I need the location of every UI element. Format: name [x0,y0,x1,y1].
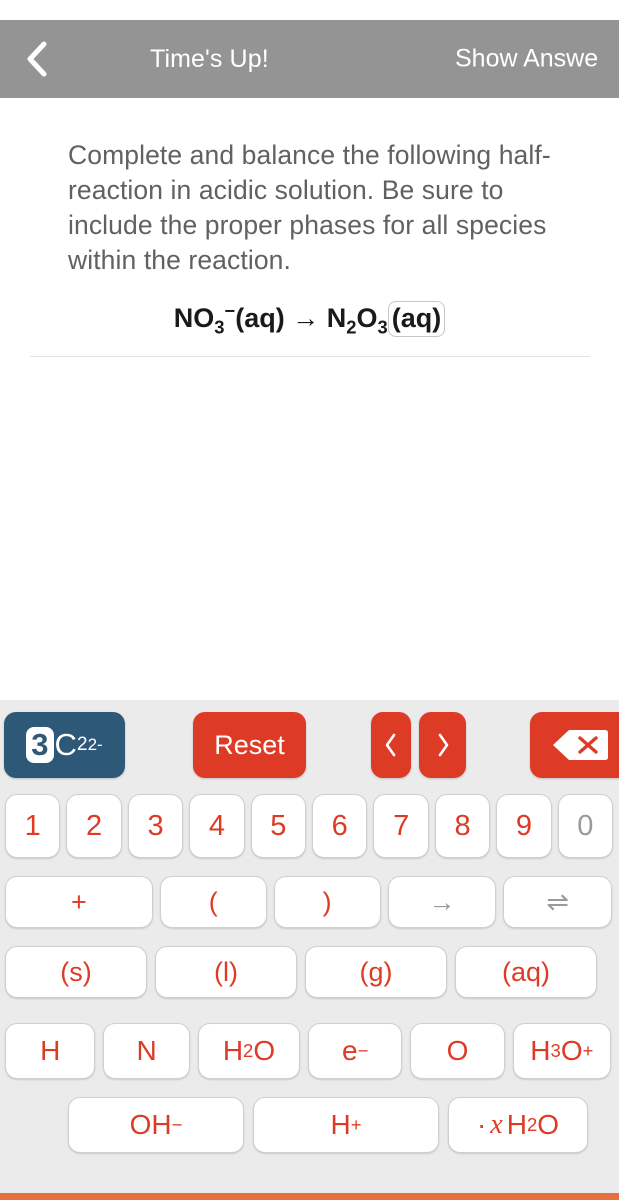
equation-arrow: → [292,303,320,333]
app-header: Time's Up! Show Answe [0,20,619,98]
back-button[interactable] [0,20,74,98]
key-digit-8[interactable]: 8 [434,794,491,858]
equation-product: N2O3 [326,303,388,338]
backspace-button[interactable] [530,712,619,778]
chevron-left-icon [27,41,47,77]
key-digit-2[interactable]: 2 [66,794,122,858]
key-digit-9[interactable]: 9 [496,794,552,858]
question-prompt: Complete and balance the following half-… [68,140,551,275]
key-hydronium[interactable]: H 3 O + [512,1023,611,1079]
selected-token[interactable]: (aq) [387,301,446,337]
mode-subscript: 2 [76,734,88,755]
page-title: Time's Up! [150,44,269,73]
key-hydrate-water[interactable]: · x H 2 O [448,1097,588,1153]
key-electron[interactable]: e − [308,1023,403,1079]
key-digit-1[interactable]: 1 [5,794,61,858]
key-water[interactable]: H2O [197,1023,301,1079]
reset-button[interactable]: Reset [193,712,306,778]
keypad-row-digits: 1 2 3 4 5 6 7 8 9 0 [0,791,619,861]
backspace-icon [553,730,608,760]
mode-charge: 2- [87,735,103,754]
cursor-prev-button[interactable] [371,712,411,778]
key-phase-solid[interactable]: (s) [5,946,147,998]
chevron-left-icon [385,733,396,757]
key-hydroxide[interactable]: OH − [68,1097,244,1153]
key-plus[interactable]: + [5,876,153,928]
key-element-n[interactable]: N [103,1023,190,1079]
mode-coefficient: 3 [26,727,54,763]
section-divider [29,356,590,358]
equation-reactant: NO3−(aq) [173,300,285,338]
key-digit-4[interactable]: 4 [189,794,245,858]
key-digit-7[interactable]: 7 [373,794,429,858]
show-answer-button[interactable]: Show Answe [455,45,598,74]
keypad-row-ions: OH − H + · x H 2 O [0,1094,619,1156]
coefficient-mode-badge[interactable]: 3 C 2 2- [4,712,125,778]
key-digit-3[interactable]: 3 [127,794,184,858]
key-reaction-arrow: → [387,876,497,928]
key-paren-close[interactable]: ) [273,876,381,928]
key-digit-6[interactable]: 6 [312,794,368,858]
keypad-row-controls: 3 C 2 2- Reset [0,709,619,781]
question-area: Complete and balance the following half-… [0,98,619,358]
mode-element: C [54,727,77,762]
key-element-h[interactable]: H [5,1023,96,1079]
chevron-right-icon [438,733,448,757]
key-phase-gas[interactable]: (g) [305,946,447,998]
key-digit-0: 0 [557,794,614,858]
chemistry-keypad: 3 C 2 2- Reset 1 2 3 4 5 6 7 8 9 0 + ()… [0,700,619,1193]
key-phase-liquid[interactable]: (l) [155,946,297,998]
key-equilibrium-arrow: ⇌ [503,876,612,928]
key-digit-5[interactable]: 5 [250,794,307,858]
key-element-o[interactable]: O [410,1023,505,1079]
cursor-next-button[interactable] [419,712,466,778]
reaction-equation: NO3−(aq) → N2O3 (aq) [0,300,619,338]
key-paren-open[interactable]: ( [159,876,267,928]
quiz-screen: Time's Up! Show Answe Complete and balan… [0,0,619,1200]
key-phase-aqueous[interactable]: (aq) [455,946,597,998]
bottom-accent-bar [0,1193,619,1200]
keypad-row-species: H N H2O e − O H 3 O + [0,1020,619,1082]
keypad-row-operators: + ( ) → ⇌ [0,872,619,932]
keypad-row-phases: (s) (l) (g) (aq) [0,942,619,1002]
key-proton[interactable]: H + [253,1097,439,1153]
